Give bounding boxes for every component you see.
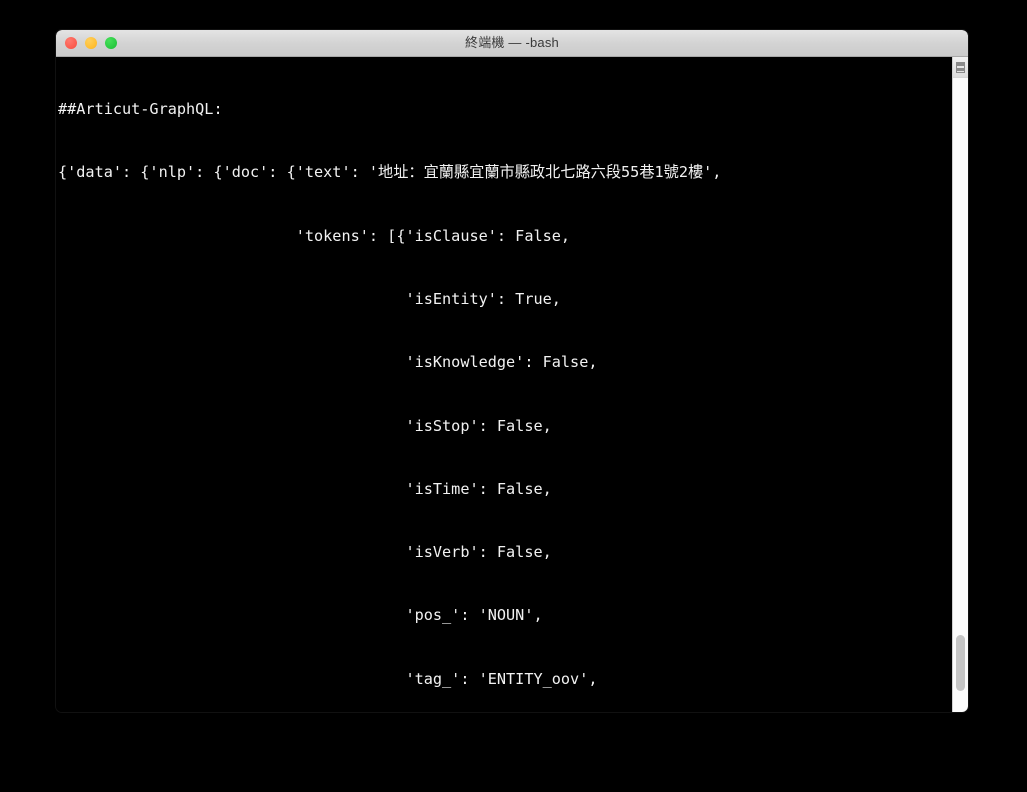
zoom-button[interactable] xyxy=(105,37,117,49)
terminal-line: 'isKnowledge': False, xyxy=(58,353,598,372)
terminal-scrollbar[interactable] xyxy=(952,57,968,712)
window-controls xyxy=(65,30,117,56)
terminal-line: 'tag_': 'ENTITY_oov', xyxy=(58,669,598,688)
terminal-line: ##Articut-GraphQL: xyxy=(58,100,223,119)
scroll-lines-icon xyxy=(956,61,965,73)
terminal-line: {'data': {'nlp': {'doc': {'text': '地址：宜蘭… xyxy=(58,163,722,182)
terminal-body[interactable]: ##Articut-GraphQL: {'data': {'nlp': {'do… xyxy=(56,57,968,712)
terminal-window: 終端機 — -bash ##Articut-GraphQL: {'data': … xyxy=(56,30,968,712)
terminal-line: 'isEntity': True, xyxy=(58,290,561,309)
terminal-line: 'pos_': 'NOUN', xyxy=(58,606,543,625)
terminal-line: 'isStop': False, xyxy=(58,416,552,435)
terminal-line: 'tokens': [{'isClause': False, xyxy=(58,226,571,245)
scrollbar-thumb[interactable] xyxy=(956,635,965,691)
minimize-button[interactable] xyxy=(85,37,97,49)
terminal-line: 'isVerb': False, xyxy=(58,543,552,562)
scrollbar-up-button[interactable] xyxy=(953,57,968,78)
terminal-output: ##Articut-GraphQL: {'data': {'nlp': {'do… xyxy=(56,57,813,712)
window-title: 終端機 — -bash xyxy=(465,35,559,50)
window-title-bar[interactable]: 終端機 — -bash xyxy=(56,30,968,57)
close-button[interactable] xyxy=(65,37,77,49)
desktop-background: 終端機 — -bash ##Articut-GraphQL: {'data': … xyxy=(0,0,1027,792)
terminal-line: 'isTime': False, xyxy=(58,479,552,498)
